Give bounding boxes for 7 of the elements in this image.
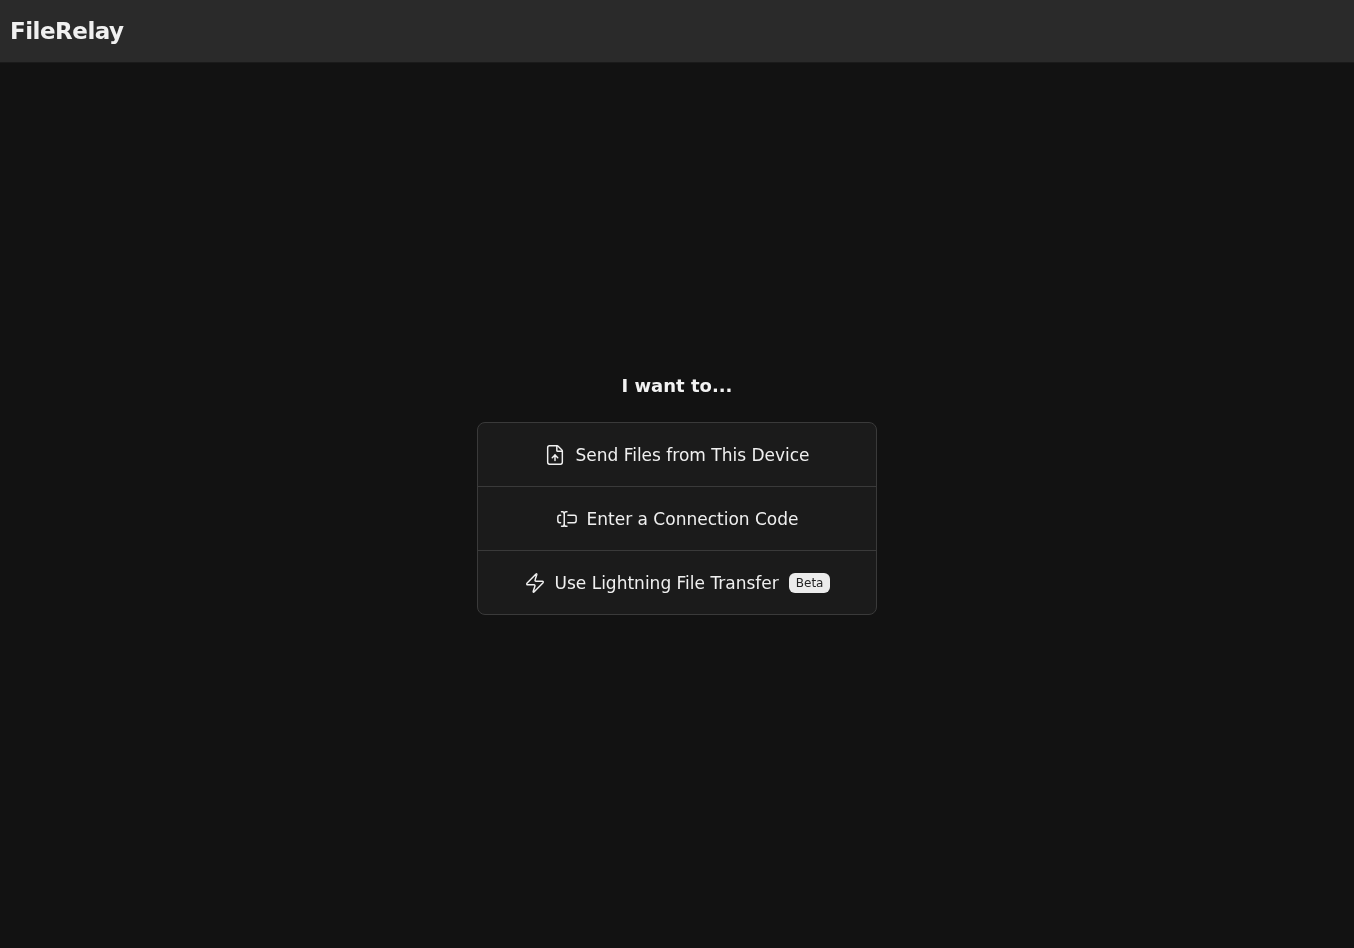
lightning-icon [523, 571, 546, 594]
option-button[interactable]: Enter a Connection Code [478, 486, 876, 550]
prompt-heading: I want to... [621, 375, 733, 396]
beta-badge: Beta [788, 572, 831, 593]
option-button[interactable]: Use Lightning File Transfer Beta [478, 550, 876, 614]
app-title: FileRelay [10, 18, 124, 44]
option-button[interactable]: Send Files from This Device [478, 423, 876, 486]
